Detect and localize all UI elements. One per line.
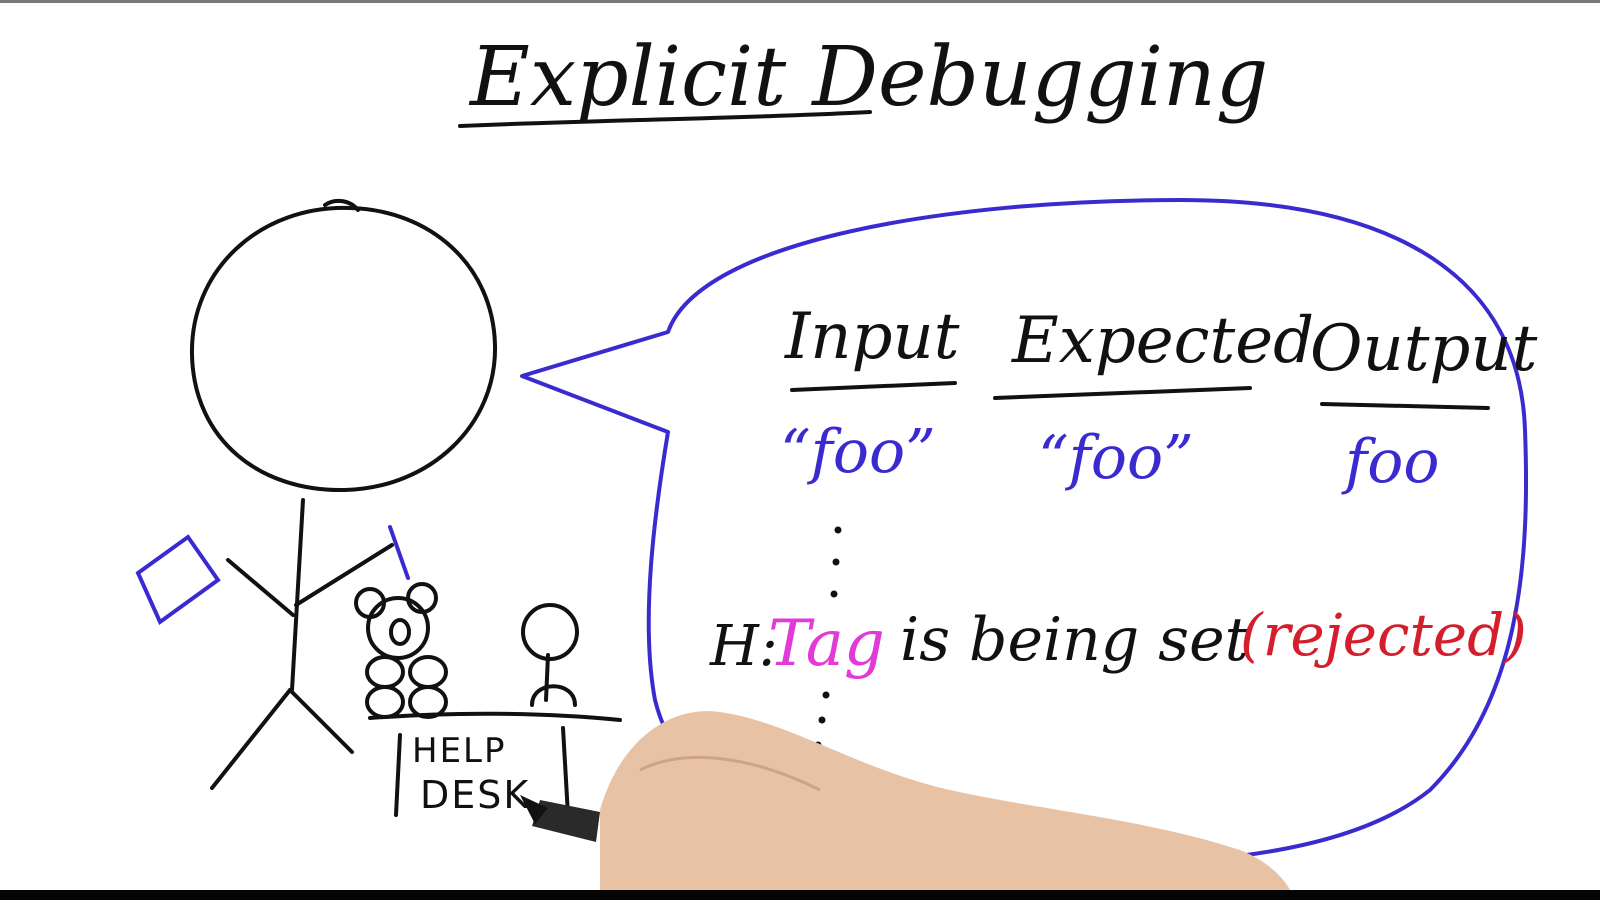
clerk-head	[521, 603, 579, 661]
clerk-shoulders	[530, 684, 577, 707]
value-expected: “foo”	[1038, 423, 1194, 493]
bear-body-2	[408, 655, 448, 689]
note-pen-stroke	[388, 525, 410, 580]
hypothesis-status: (rejected)	[1240, 601, 1527, 669]
desk-label-line-1: HELP	[412, 731, 507, 771]
table-row: “foo” “foo” foo	[780, 417, 1439, 497]
bear-head	[366, 596, 430, 660]
underline-expected	[993, 386, 1252, 400]
hypothesis-line: H: Tag is being set (rejected)	[709, 601, 1527, 681]
bear-body-4	[408, 685, 448, 719]
desk-label-line-2: DESK	[420, 773, 530, 817]
bear-body-1	[365, 655, 405, 689]
bottom-edge-bar	[0, 890, 1600, 900]
header-input: Input	[784, 300, 960, 374]
value-output: foo	[1341, 427, 1439, 497]
bear-mouth	[389, 618, 411, 646]
desk-top	[368, 711, 622, 722]
desk-left-edge	[394, 733, 402, 817]
figure-left-leg	[210, 688, 292, 790]
underline-output	[1320, 402, 1490, 410]
figure-body	[290, 498, 305, 692]
figure-left-arm	[226, 558, 295, 617]
title-group: Explicit Debugging	[458, 30, 1268, 128]
whiteboard-diagram: Explicit Debugging HELP DESK Input Expec…	[135, 30, 1538, 890]
header-expected: Expected	[1011, 304, 1314, 378]
note-sheet	[135, 525, 410, 626]
figure-right-leg	[288, 688, 354, 754]
desk-right-edge	[561, 726, 570, 817]
stick-figure	[189, 198, 498, 790]
table-headers: Input Expected Output	[784, 300, 1538, 410]
figure-head	[189, 205, 498, 493]
value-input: “foo”	[780, 417, 936, 487]
hypothesis-subject: Tag	[768, 607, 885, 681]
header-output: Output	[1310, 312, 1538, 386]
bear-body-3	[365, 685, 405, 719]
underline-input	[790, 381, 957, 392]
note-sheet-outline	[135, 534, 221, 626]
hand-skin	[600, 711, 1290, 890]
clerk-body	[544, 653, 550, 702]
hypothesis-verb: is being set	[900, 605, 1250, 675]
figure-right-arm	[294, 543, 394, 607]
drawing-hand	[520, 711, 1290, 890]
